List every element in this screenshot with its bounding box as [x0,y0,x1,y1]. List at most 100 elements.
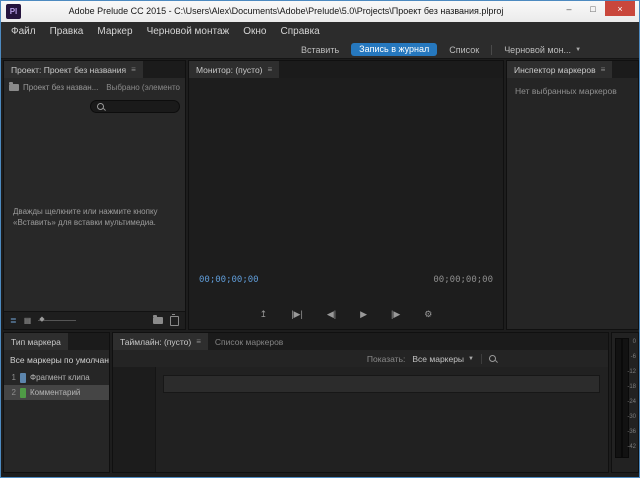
meter-tick: 0 [625,339,636,345]
meter-tick: -18 [625,384,636,390]
audio-meter-left-channel [615,338,622,458]
inspector-panel-body: Нет выбранных маркеров [507,78,638,329]
menu-rough-cut[interactable]: Черновой монтаж [140,22,237,41]
tab-marker-list-label: Список маркеров [215,337,283,347]
search-icon [97,103,104,110]
monitor-panel: Монитор: (пусто) ≡ 00;00;00;00 00;00;00;… [188,60,504,330]
step-forward-icon[interactable]: |▶ [391,310,400,319]
workspace-tab-label: Вставить [301,45,339,55]
project-search-box[interactable] [90,100,180,113]
meter-tick: -6 [625,354,636,360]
app-window: Pl Adobe Prelude CC 2015 - C:\Users\Alex… [0,0,640,478]
tab-marker-type[interactable]: Тип маркера [4,333,68,350]
folder-icon [9,84,19,91]
selection-info: Выбрано (элементо [106,83,180,92]
marker-filter-value: Все маркеры [412,354,464,364]
workspace-tab-label: Черновой мон... [504,45,571,55]
window-controls: – □ × [557,1,635,16]
show-label: Показать: [367,354,406,364]
marker-type-panel-header: Тип маркера [4,333,109,351]
toolbar-divider [481,354,482,364]
panel-menu-icon[interactable]: ≡ [601,65,606,74]
meter-tick: -42 [625,444,636,450]
export-frame-icon[interactable]: ↥ [260,310,268,319]
marker-type-label: Фрагмент клипа [30,373,90,382]
workspace-tab-ingest[interactable]: Вставить [301,45,339,55]
marker-type-row[interactable]: 2 Комментарий [4,385,109,400]
project-panel-header: Проект: Проект без названия ≡ [4,61,185,79]
list-view-icon[interactable]: ≣ [10,317,17,325]
project-panel-footer: ≣ ▦ ◆ [4,311,185,329]
play-icon[interactable]: ▶ [360,310,367,319]
project-search-input[interactable] [104,100,179,113]
marker-color-swatch [20,388,26,398]
timeline-empty-track[interactable] [163,375,600,393]
project-empty-hint: Дважды щелкните или нажмите кнопку «Вста… [13,206,165,228]
menu-help[interactable]: Справка [274,22,327,41]
tab-monitor[interactable]: Монитор: (пусто) ≡ [189,61,279,78]
transport-controls: ↥ |▶| ◀| ▶ |▶ ⚙ [189,310,503,319]
settings-wrench-icon[interactable]: ⚙ [424,310,432,319]
panel-menu-icon[interactable]: ≡ [268,65,273,74]
tab-monitor-label: Монитор: (пусто) [196,65,263,75]
chevron-down-icon: ▼ [575,47,581,53]
panel-menu-icon[interactable]: ≡ [196,337,201,346]
delete-icon[interactable] [170,316,179,326]
inspector-empty-text: Нет выбранных маркеров [515,86,617,96]
menu-file[interactable]: Файл [4,22,43,41]
marker-shortcut-number: 1 [8,373,16,382]
timeline-track-header [113,367,156,472]
menu-edit[interactable]: Правка [43,22,91,41]
tab-project-label: Проект: Проект без названия [11,65,126,75]
tab-timeline[interactable]: Таймлайн: (пусто) ≡ [113,333,208,350]
audio-meter-panel: 0 -6 -12 -18 -24 -30 -36 -42 [611,332,639,473]
marker-shortcut-number: 2 [8,388,16,397]
minimize-button[interactable]: – [557,1,581,16]
tab-marker-list[interactable]: Список маркеров [208,333,290,350]
marker-type-row[interactable]: 1 Фрагмент клипа [4,370,109,385]
timeline-body [113,367,608,472]
duration-timecode: 00;00;00;00 [433,275,493,285]
workspace-tab-label: Запись в журнал [359,44,429,54]
marker-type-label: Комментарий [30,388,80,397]
menu-marker[interactable]: Маркер [90,22,139,41]
thumbnail-view-icon[interactable]: ▦ [24,317,32,325]
tab-project[interactable]: Проект: Проект без названия ≡ [4,61,143,78]
workspace-tab-rough-cut[interactable]: Черновой мон... ▼ [504,45,581,55]
meter-tick: -24 [625,399,636,405]
tab-timeline-label: Таймлайн: (пусто) [120,337,191,347]
meter-tick: -12 [625,369,636,375]
play-in-to-out-icon[interactable]: |▶| [291,310,303,319]
marker-filter-dropdown[interactable]: Все маркеры ▼ [412,354,474,364]
monitor-panel-body: 00;00;00;00 00;00;00;00 ↥ |▶| ◀| ▶ |▶ ⚙ [189,78,503,329]
step-back-icon[interactable]: ◀| [327,310,336,319]
menu-bar: Файл Правка Маркер Черновой монтаж Окно … [1,22,639,41]
project-panel-body: Проект без назван... Выбрано (элементо Д… [4,78,185,329]
timeline-panel: Таймлайн: (пусто) ≡ Список маркеров Пока… [112,332,609,473]
marker-color-swatch [20,373,26,383]
maximize-button[interactable]: □ [581,1,605,16]
project-breadcrumb-row: Проект без назван... Выбрано (элементо [4,78,185,96]
workspace-tab-list[interactable]: Список [449,45,479,55]
window-title: Adobe Prelude CC 2015 - C:\Users\Alex\Do… [29,1,543,22]
project-item-name[interactable]: Проект без назван... [23,83,102,92]
project-panel: Проект: Проект без названия ≡ Проект без… [3,60,186,330]
tab-marker-inspector-label: Инспектор маркеров [514,65,596,75]
zoom-slider[interactable]: ◆ [38,320,76,321]
timeline-toolbar: Показать: Все маркеры ▼ [113,350,608,368]
marker-preset-value: Все маркеры по умолчанию [10,355,109,365]
app-icon: Pl [6,4,21,19]
close-button[interactable]: × [605,1,635,16]
search-icon[interactable] [489,355,496,362]
monitor-panel-header: Монитор: (пусто) ≡ [189,61,503,79]
zoom-slider-thumb[interactable]: ◆ [39,316,44,323]
workspace-tab-logging[interactable]: Запись в журнал [351,43,437,56]
marker-type-panel-body: Все маркеры по умолчанию ▼ 1 Фрагмент кл… [4,350,109,472]
new-bin-icon[interactable] [153,317,163,324]
tab-marker-type-label: Тип маркера [11,337,61,347]
menu-window[interactable]: Окно [236,22,273,41]
workspace-bar: Вставить Запись в журнал Список Черновой… [1,41,639,59]
tab-marker-inspector[interactable]: Инспектор маркеров ≡ [507,61,612,78]
panel-menu-icon[interactable]: ≡ [131,65,136,74]
marker-preset-dropdown[interactable]: Все маркеры по умолчанию ▼ [4,350,109,370]
